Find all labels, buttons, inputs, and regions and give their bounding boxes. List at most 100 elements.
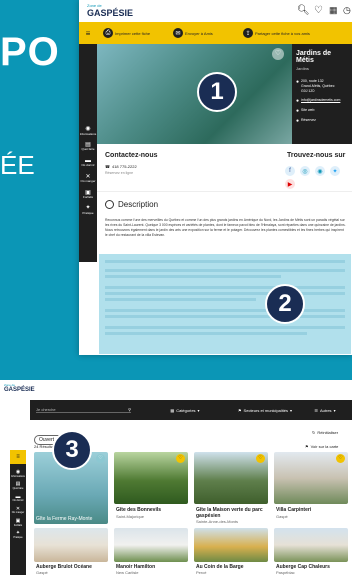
hero-image: ♡ <box>97 44 292 144</box>
card-title: Gîte des Bonnevils <box>116 507 162 513</box>
address-block: ● 200, route 132 Grand-Métis, Québec G0J… <box>296 79 335 93</box>
card-photo <box>114 528 188 562</box>
description-title: Description <box>118 200 159 209</box>
pin-icon: ⚑ <box>305 444 309 449</box>
instagram-icon[interactable]: ◉ <box>315 166 325 176</box>
grid-icon: ▦ <box>170 407 175 413</box>
step-badge-2: 2 <box>265 284 305 324</box>
location-icon: ● <box>296 79 300 85</box>
side-nav: ≡ ◉ Informations ▤ Quoi faire ▬ Où dormir ✕… <box>79 22 97 262</box>
description-highlight <box>99 254 351 354</box>
calendar-icon: ● <box>296 117 300 124</box>
print-button[interactable]: ⎙ Imprimer cette fiche <box>103 28 163 38</box>
phone-link[interactable]: ☎ 418 775-2222 <box>105 164 137 169</box>
logo[interactable]: Zone de GASPÉSIE <box>87 3 133 18</box>
reset-button[interactable]: ↻ Réinitialiser <box>312 430 338 435</box>
nav-ou-manger[interactable]: ✕ Où manger <box>79 174 97 184</box>
filter-categories[interactable]: ▦ Catégories ▾ <box>145 408 225 413</box>
nav-pratique[interactable]: ✦ Pratique <box>10 531 26 539</box>
listing-card[interactable] <box>194 528 268 562</box>
card-location: Gaspé <box>36 570 48 575</box>
listing-info-panel: Jardins de Métis Jardins ● 200, route 13… <box>292 44 352 144</box>
nav-pratique[interactable]: ✦ Pratique <box>79 205 97 215</box>
nav-quoi-faire[interactable]: ▤ Quoi faire <box>79 142 97 152</box>
youtube-icon[interactable]: ▶ <box>285 179 295 189</box>
listing-header: Zone de GASPÉSIE <box>0 380 352 400</box>
chevron-down-icon: ▾ <box>333 407 336 413</box>
filter-others[interactable]: ☰ Autres ▾ <box>305 408 345 413</box>
reserve-online-link[interactable]: Réservez en ligne <box>105 171 133 175</box>
search-bar: Je cherche ⚲ ▦ Catégories ▾ ⚑ Secteurs et m… <box>30 400 352 420</box>
nav-forfaits[interactable]: ▣ Forfaits <box>10 518 26 527</box>
background-headline: PO <box>0 30 60 74</box>
description-section: Description Reconnus comme l'une des mer… <box>97 196 352 355</box>
listing-card[interactable] <box>34 528 108 562</box>
detail-page-screenshot: Zone de GASPÉSIE 🔍︎ ♡ ▦ ◷ ⎙ Imprimer cet… <box>79 0 352 355</box>
listing-card[interactable] <box>114 528 188 562</box>
background-subheadline: ÉE <box>0 150 35 180</box>
card-title: Villa Carpinteri <box>276 507 312 513</box>
share-button[interactable]: ⇪ Partager cette fiche à vos amis <box>243 28 313 38</box>
description-text: Reconnus comme l'une des merveilles du Q… <box>105 218 346 238</box>
nav-quoi-faire[interactable]: ▤ Quoi faire <box>10 482 26 490</box>
heart-icon[interactable]: ♡ <box>314 5 323 16</box>
card-location: Sainte-Anne-des-Monts <box>196 519 239 524</box>
globe-icon: ● <box>296 107 300 114</box>
nav-informations[interactable]: ◉ Informations <box>10 469 26 478</box>
chevron-down-icon: ▾ <box>197 407 200 413</box>
calendar-icon[interactable]: ▦ <box>329 5 338 16</box>
contact-section: Contactez-nous ☎ 418 775-2222 Réservez en… <box>97 144 352 192</box>
nav-informations[interactable]: ◉ Informations <box>79 126 97 136</box>
nav-forfaits[interactable]: ▣ Forfaits <box>79 190 97 200</box>
menu-icon[interactable]: ≡ <box>79 22 97 44</box>
clock-icon[interactable]: ◷ <box>343 5 351 16</box>
card-photo <box>194 528 268 562</box>
search-input[interactable]: Je cherche ⚲ <box>36 407 131 413</box>
mail-icon: ● <box>296 97 300 104</box>
search-icon: ⚲ <box>128 407 131 412</box>
sliders-icon: ☰ <box>314 407 318 413</box>
logo[interactable]: Zone de GASPÉSIE <box>4 383 35 393</box>
chevron-down-icon: ▾ <box>290 407 293 413</box>
card-location: Gaspé <box>276 514 288 519</box>
print-icon: ⎙ <box>103 28 113 38</box>
favorite-icon[interactable]: ♡ <box>272 48 284 60</box>
refresh-icon: ↻ <box>312 430 316 435</box>
flickr-icon[interactable]: ◎ <box>300 166 310 176</box>
social-title: Trouvez-nous sur <box>287 152 346 159</box>
contact-title: Contactez-nous <box>105 152 158 159</box>
card-location: Paspébiac <box>276 570 295 575</box>
favorite-icon[interactable]: ♡ <box>336 454 345 463</box>
listing-page-screenshot: Zone de GASPÉSIE Je cherche ⚲ ▦ Catégorie… <box>0 380 352 575</box>
pin-icon: ⚑ <box>237 407 242 413</box>
booking-link[interactable]: ● Réservez <box>296 118 348 124</box>
step-badge-1: 1 <box>197 72 237 112</box>
nav-ou-dormir[interactable]: ▬ Où dormir <box>79 158 97 168</box>
email-button[interactable]: ✉ Envoyer à Amis <box>173 28 233 38</box>
favorite-icon[interactable]: ♡ <box>96 454 105 463</box>
listing-card[interactable] <box>274 528 348 562</box>
card-location: New Carlisle <box>116 570 139 575</box>
nav-ou-manger[interactable]: ✕ Où manger <box>10 506 26 515</box>
favorite-icon[interactable]: ♡ <box>176 454 185 463</box>
description-icon <box>105 200 114 209</box>
facebook-icon[interactable]: f <box>285 166 295 176</box>
menu-icon[interactable]: ≡ <box>10 450 26 464</box>
card-location: Percé <box>196 570 207 575</box>
search-icon[interactable]: 🔍︎ <box>297 5 310 16</box>
share-icon: ⇪ <box>243 28 253 38</box>
action-bar: ⎙ Imprimer cette fiche ✉ Envoyer à Amis … <box>97 22 352 44</box>
map-link[interactable]: ⚑ Voir sur la carte <box>305 444 338 449</box>
side-nav: ≡ ◉ Informations ▤ Quoi faire ▬ Où dormir ✕… <box>10 450 26 575</box>
twitter-icon[interactable]: ✦ <box>330 166 340 176</box>
mail-icon: ✉ <box>173 28 183 38</box>
card-title: Gîte la Ferme Ray-Monte <box>36 516 93 522</box>
card-photo <box>34 528 108 562</box>
website-link[interactable]: ● Site web <box>296 108 348 114</box>
card-photo <box>274 528 348 562</box>
favorite-icon[interactable]: ♡ <box>256 454 265 463</box>
header-bar: Zone de GASPÉSIE 🔍︎ ♡ ▦ ◷ <box>79 0 352 22</box>
email-link[interactable]: ● info@jardinsdemetis.com <box>296 98 348 104</box>
filter-sectors[interactable]: ⚑ Secteurs et municipalités ▾ <box>225 408 305 413</box>
nav-ou-dormir[interactable]: ▬ Où dormir <box>10 494 26 503</box>
